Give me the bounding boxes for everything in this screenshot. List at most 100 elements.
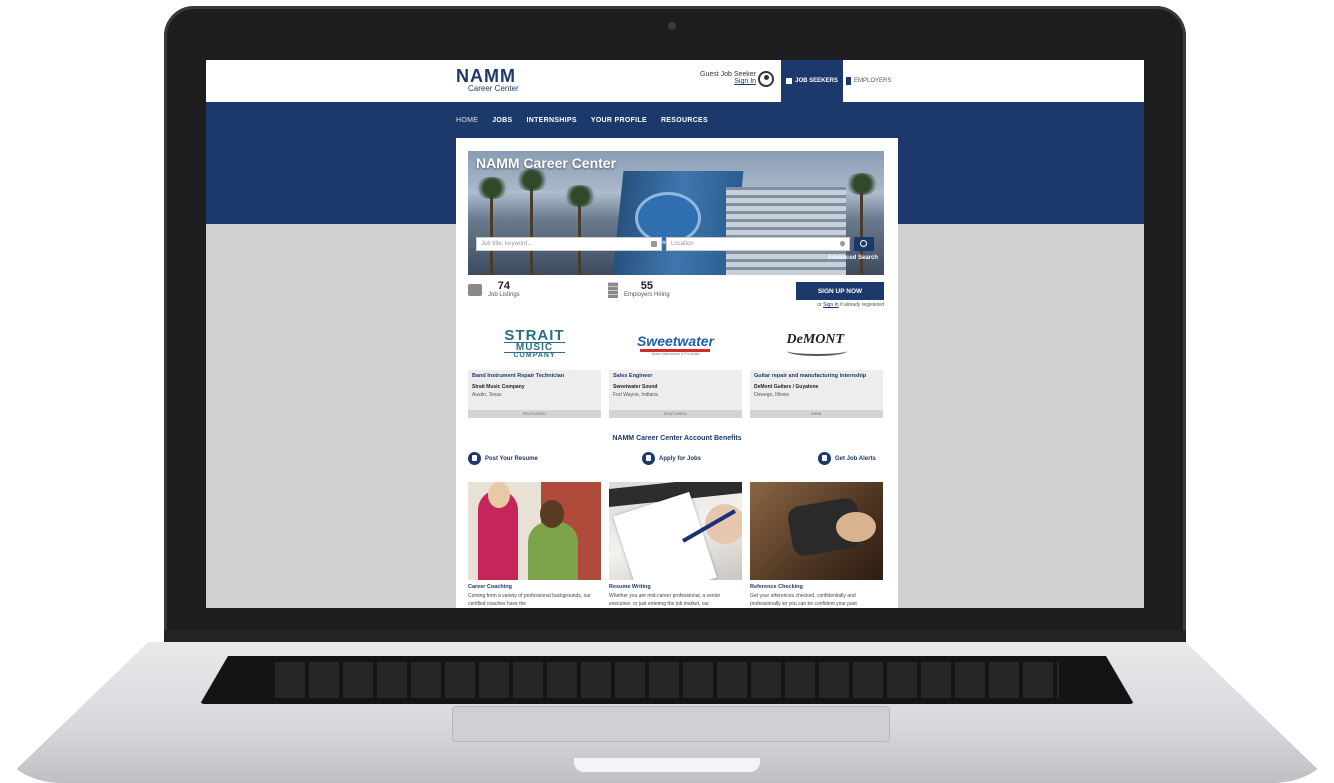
sign-in-link[interactable]: Sign In <box>700 78 756 85</box>
already-sign-in-link[interactable]: Sign In <box>823 302 839 308</box>
photo-hand <box>836 512 876 542</box>
palm-frond <box>514 169 550 191</box>
tab-employers-label: EMPLOYERS <box>854 78 892 84</box>
nav-item-jobs[interactable]: JOBS <box>492 117 512 124</box>
hero-show-sign <box>638 195 698 241</box>
employers-hiring-stat[interactable]: 55 Employers Hiring <box>608 280 670 298</box>
job-listings-stat[interactable]: 74 Job Listings <box>468 280 520 298</box>
job-title[interactable]: Band Instrument Repair Technician <box>472 373 597 379</box>
laptop-screen: NAMM Career Center Guest Job Seeker Sign… <box>206 60 1144 608</box>
tab-employers[interactable]: EMPLOYERS <box>846 60 906 102</box>
job-location: Austin, Texas <box>472 392 502 398</box>
resource-title[interactable]: Resume Writing <box>609 584 742 590</box>
demont-logo: DeMONT <box>786 332 847 356</box>
resource-text: Coming from a variety of professional ba… <box>468 593 591 607</box>
search-row: Job title, keyword... Location <box>476 237 878 251</box>
employers-hiring-count: 55 <box>640 280 653 292</box>
briefcase-icon <box>786 78 793 84</box>
building-icon <box>608 282 618 298</box>
photo-paper <box>613 491 717 580</box>
laptop-front-notch <box>574 758 760 772</box>
career-coaching-photo <box>468 482 601 580</box>
job-info: Band Instrument Repair Technician Strait… <box>468 370 601 410</box>
strait-logo: STRAIT MUSIC COMPANY <box>504 326 565 360</box>
benefit-label: Get Job Alerts <box>835 455 876 462</box>
palm-frond <box>474 177 510 199</box>
reference-checking-photo <box>750 482 883 580</box>
benefits-row: Post Your Resume Apply for Jobs Get Job … <box>468 452 884 468</box>
tab-job-seekers[interactable]: JOB SEEKERS <box>781 60 843 102</box>
job-title[interactable]: Guitar repair and manufacturing internsh… <box>754 373 879 379</box>
briefcase-icon <box>468 284 482 296</box>
nav-item-internships[interactable]: INTERNSHIPS <box>526 117 576 124</box>
advanced-search-link[interactable]: Advanced Search <box>828 255 878 261</box>
hero-building-right <box>726 187 846 275</box>
benefit-label: Apply for Jobs <box>659 455 702 462</box>
job-tag: FEATURED <box>609 410 742 418</box>
job-info: Sales Engineer Sweetwater Sound Fort Way… <box>609 370 742 410</box>
camera-icon <box>668 22 676 30</box>
guest-info: Guest Job Seeker Sign In <box>700 71 756 85</box>
user-avatar-icon[interactable] <box>758 71 774 87</box>
building-icon <box>846 77 851 85</box>
resource-cards: Career Coaching Coming from a variety of… <box>468 482 884 608</box>
location-search-input[interactable]: Location <box>666 237 850 251</box>
hero-banner: NAMM Career Center Job title, keyword...… <box>468 151 884 275</box>
benefit-label: Post Your Resume <box>485 455 538 462</box>
employers-hiring-label: Employers Hiring <box>624 292 670 298</box>
job-listings-label: Job Listings <box>488 292 520 298</box>
nav-item-home[interactable]: HOME <box>456 117 478 124</box>
search-icon <box>642 452 655 465</box>
hero-title: NAMM Career Center <box>476 155 617 171</box>
job-card[interactable]: Sweetwater Music Instruments & Pro Audio… <box>609 320 742 420</box>
already-registered-note: or Sign In if already registered <box>817 302 884 308</box>
apply-jobs-link[interactable]: Apply for Jobs <box>642 452 701 465</box>
tab-job-seekers-label: JOB SEEKERS <box>795 78 838 84</box>
palm-frond <box>562 185 598 207</box>
already-suffix: if already registered <box>840 302 884 308</box>
keyword-search-input[interactable]: Job title, keyword... <box>476 237 662 251</box>
featured-jobs: STRAIT MUSIC COMPANY Band Instrument Rep… <box>468 320 884 420</box>
main-content-card: NAMM Career Center Job title, keyword...… <box>456 138 898 608</box>
keyboard-keys <box>274 662 1060 698</box>
logo-tagline: Music Instruments & Pro Audio <box>651 351 700 356</box>
company-logo: STRAIT MUSIC COMPANY <box>468 320 601 368</box>
envelope-icon <box>818 452 831 465</box>
job-company: DeMont Guitars / Guyatone <box>754 384 819 390</box>
site-logo[interactable]: NAMM Career Center <box>456 66 519 93</box>
logo-text: STRAIT <box>504 326 565 344</box>
photo-figure <box>528 522 578 580</box>
briefcase-icon <box>651 241 657 247</box>
search-button[interactable] <box>854 237 874 251</box>
photo-figure-head <box>540 500 564 528</box>
nav-item-resources[interactable]: RESOURCES <box>661 117 708 124</box>
job-location: Oswego, Illinois <box>754 392 790 398</box>
job-company: Sweetwater Sound <box>613 384 658 390</box>
company-logo: Sweetwater Music Instruments & Pro Audio <box>609 320 742 368</box>
post-resume-link[interactable]: Post Your Resume <box>468 452 538 465</box>
job-card[interactable]: STRAIT MUSIC COMPANY Band Instrument Rep… <box>468 320 601 420</box>
laptop-lid: NAMM Career Center Guest Job Seeker Sign… <box>164 6 1186 654</box>
keyword-placeholder: Job title, keyword... <box>481 241 533 247</box>
main-nav: HOME JOBS INTERNSHIPS YOUR PROFILE RESOU… <box>456 117 708 124</box>
sweetwater-logo: Sweetwater Music Instruments & Pro Audio <box>637 333 714 356</box>
palm-frond <box>844 173 880 195</box>
resource-title[interactable]: Reference Checking <box>750 584 883 590</box>
job-alerts-link[interactable]: Get Job Alerts <box>818 452 876 465</box>
benefits-heading: NAMM Career Center Account Benefits <box>612 435 742 442</box>
resource-card[interactable]: Reference Checking Get your references c… <box>750 482 883 608</box>
job-title[interactable]: Sales Engineer <box>613 373 738 379</box>
resource-card[interactable]: Career Coaching Coming from a variety of… <box>468 482 601 608</box>
resource-title[interactable]: Career Coaching <box>468 584 601 590</box>
job-listings-count: 74 <box>497 280 510 292</box>
location-placeholder: Location <box>671 241 694 247</box>
nav-item-your-profile[interactable]: YOUR PROFILE <box>591 117 647 124</box>
sign-up-button[interactable]: SIGN UP NOW <box>796 282 884 300</box>
resource-card[interactable]: Resume Writing Whether you are mid-caree… <box>609 482 742 608</box>
location-pin-icon <box>838 239 847 248</box>
logo-sub-text: Career Center <box>468 84 519 93</box>
job-company: Strait Music Company <box>472 384 525 390</box>
job-tag: FEATURED <box>468 410 601 418</box>
job-card[interactable]: DeMONT Guitar repair and manufacturing i… <box>750 320 883 420</box>
resource-text: Get your references checked, confidentia… <box>750 593 857 607</box>
